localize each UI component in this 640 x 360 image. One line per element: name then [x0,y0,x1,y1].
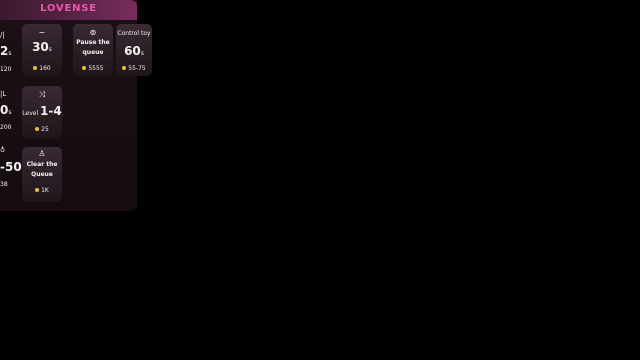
card-price: 160 [39,65,51,72]
vibe-30s-card[interactable]: ~ 30s 160 [22,24,62,76]
wave-icon: ~ [38,28,46,37]
partial-card-1[interactable]: /| 2s 120 [0,28,12,78]
card-value-prefix: Level [22,110,41,117]
pause-queue-card[interactable]: ⊚ Pause the queue 5555 [73,24,113,76]
coin-icon [33,65,38,70]
card-name: Control toy [117,30,151,37]
partial-card-unit: s [8,109,12,116]
clear-icon: ♙ [38,149,46,158]
card-unit: s [48,46,52,53]
card-value: 1-4 [40,104,62,118]
card-name: Clear the Queue [26,161,58,178]
partial-card-price: 38 [0,181,8,188]
partial-card-price: 200 [0,124,12,131]
wave-icon: |L [0,90,7,98]
lovense-logo: LOVENSE [40,3,97,14]
random-level-card[interactable]: ⤨ Level 1-4 25 [22,86,62,138]
pause-icon: ⊚ [89,28,97,37]
card-value: 60 [124,44,141,58]
card-price: 25 [41,126,49,133]
card-value: 30 [32,40,49,54]
card-price: 55-75 [128,65,146,72]
shuffle-icon: ⤨ [38,90,46,99]
coin-icon [35,187,40,192]
panel-header: LOVENSE [0,0,137,20]
hold-icon: ♁ [0,146,6,154]
partial-card-value: -50 [0,160,22,174]
coin-icon [82,65,87,70]
card-name: Pause the queue [76,39,110,56]
wave-icon: /| [0,31,5,39]
partial-card-unit: s [8,50,12,57]
partial-card-price: 120 [0,66,12,73]
clear-queue-card[interactable]: ♙ Clear the Queue 1K [22,147,62,202]
card-price: 5555 [88,65,104,72]
card-unit: s [140,50,144,57]
coin-icon [35,126,40,131]
card-price: 1K [41,187,49,194]
coin-icon [122,65,127,70]
partial-card-2[interactable]: |L 0s 200 [0,88,12,138]
control-toy-card[interactable]: Control toy 60s 55-75 [116,24,152,76]
partial-card-3[interactable]: ♁ -50s 38 [0,144,25,196]
